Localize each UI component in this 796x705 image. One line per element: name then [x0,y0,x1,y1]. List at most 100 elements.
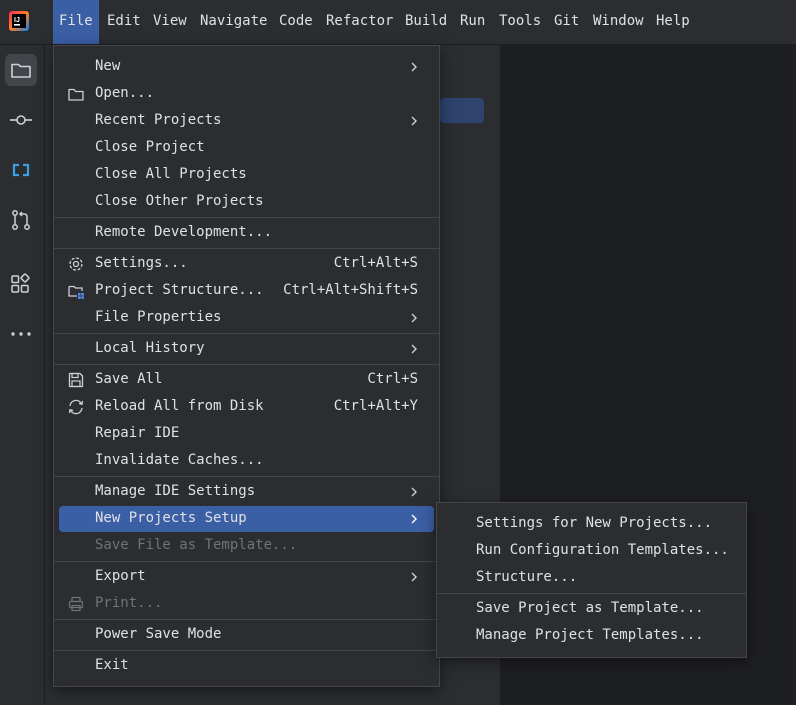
menu-item-label: Exit [95,657,129,673]
file-menu-item-close-project[interactable]: Close Project [59,135,434,161]
menu-item-label: Close Other Projects [95,193,264,209]
file-menu-item-manage-ide-settings[interactable]: Manage IDE Settings [59,479,434,505]
menu-item-label: Settings... [95,255,188,271]
menu-item-label: Manage Project Templates... [476,627,704,643]
menu-item-label: Local History [95,340,205,356]
file-menu-item-print[interactable]: Print... [59,591,434,617]
submenu-item-save-project-as-template[interactable]: Save Project as Template... [442,596,741,622]
menu-item-label: Open... [95,85,155,101]
menu-separator [54,650,439,651]
chevron-right-icon [411,313,417,323]
menu-file[interactable]: File [53,0,99,44]
menu-item-label: Project Structure... [95,282,264,298]
chevron-right-icon [411,116,417,126]
menu-separator [54,364,439,365]
menu-item-label: Close All Projects [95,166,247,182]
menu-separator [54,248,439,249]
menu-separator [54,561,439,562]
menu-separator [54,476,439,477]
menu-separator [54,217,439,218]
svg-text:IJ: IJ [14,17,20,24]
submenu-item-settings-for-new-projects[interactable]: Settings for New Projects... [442,511,741,537]
menu-item-shortcut: Ctrl+Alt+Y [333,398,418,414]
menu-item-label: Export [95,568,146,584]
menu-item-label: Repair IDE [95,425,180,441]
file-menu-item-recent-projects[interactable]: Recent Projects [59,108,434,134]
menu-separator [437,593,746,594]
file-menu-item-settings[interactable]: Settings... Ctrl+Alt+S [59,251,434,277]
menu-separator [54,333,439,334]
project-structure-icon [68,285,84,299]
menu-view[interactable]: View [147,0,193,44]
chevron-right-icon [411,62,417,72]
new-projects-setup-submenu: Settings for New Projects... Run Configu… [436,502,747,658]
submenu-item-manage-project-templates[interactable]: Manage Project Templates... [442,623,741,649]
menu-build[interactable]: Build [399,0,453,44]
selected-tree-row[interactable] [440,98,484,123]
file-menu-item-exit[interactable]: Exit [59,653,434,679]
menu-window[interactable]: Window [587,0,650,44]
submenu-item-structure[interactable]: Structure... [442,565,741,591]
menu-refactor[interactable]: Refactor [320,0,399,44]
file-menu-item-new-projects-setup[interactable]: New Projects Setup [59,506,434,532]
menu-navigate[interactable]: Navigate [194,0,273,44]
file-menu-item-project-structure[interactable]: Project Structure... Ctrl+Alt+Shift+S [59,278,434,304]
gear-icon [69,257,83,271]
file-menu-item-repair-ide[interactable]: Repair IDE [59,421,434,447]
chevron-right-icon [411,344,417,354]
file-menu-item-reload-all-from-disk[interactable]: Reload All from Disk Ctrl+Alt+Y [59,394,434,420]
menu-tools[interactable]: Tools [493,0,547,44]
menu-item-label: New Projects Setup [95,510,247,526]
app-logo-icon[interactable]: IJ [8,10,30,32]
menu-item-label: Power Save Mode [95,626,222,642]
project-folder-icon[interactable] [5,54,37,86]
file-menu-item-export[interactable]: Export [59,564,434,590]
file-menu-item-close-all-projects[interactable]: Close All Projects [59,162,434,188]
menu-edit[interactable]: Edit [101,0,147,44]
menu-item-label: Save Project as Template... [476,600,704,616]
menu-item-label: Close Project [95,139,205,155]
code-with-me-icon[interactable] [5,154,37,186]
file-menu-item-open[interactable]: Open... [59,81,434,107]
print-icon [68,596,84,612]
menu-item-label: Print... [95,595,163,611]
main-menu-bar: IJ File Edit View Navigate Code Refactor… [0,0,796,45]
tool-window-strip [0,45,45,705]
submenu-item-run-configuration-templates[interactable]: Run Configuration Templates... [442,538,741,564]
menu-item-label: Settings for New Projects... [476,515,713,531]
menu-item-label: Reload All from Disk [95,398,264,414]
file-menu-item-invalidate-caches[interactable]: Invalidate Caches... [59,448,434,474]
menu-item-label: New [95,58,121,74]
file-menu-item-power-save-mode[interactable]: Power Save Mode [59,622,434,648]
menu-item-label: File Properties [95,309,222,325]
file-menu-item-new[interactable]: New [59,54,434,80]
menu-item-label: Manage IDE Settings [95,483,256,499]
file-menu-item-close-other-projects[interactable]: Close Other Projects [59,189,434,215]
menu-help[interactable]: Help [650,0,696,44]
folder-icon [68,88,84,101]
file-menu-item-file-properties[interactable]: File Properties [59,305,434,331]
chevron-right-icon [411,487,417,497]
structure-icon[interactable] [5,268,37,300]
file-menu-item-save-file-as-template[interactable]: Save File as Template... [59,533,434,559]
file-menu-item-save-all[interactable]: Save All Ctrl+S [59,367,434,393]
commit-icon[interactable] [5,104,37,136]
menu-code[interactable]: Code [273,0,319,44]
menu-item-label: Run Configuration Templates... [476,542,729,558]
menu-item-label: Remote Development... [95,224,273,240]
menu-item-shortcut: Ctrl+Alt+S [333,255,418,271]
menu-item-shortcut: Ctrl+S [367,371,418,387]
menu-item-shortcut: Ctrl+Alt+Shift+S [283,282,418,298]
menu-separator [54,619,439,620]
file-menu-popup: New Open... Recent Projects Close Projec… [53,45,440,687]
more-tools-icon[interactable] [5,318,37,350]
menu-item-label: Save All [95,371,163,387]
file-menu-item-local-history[interactable]: Local History [59,336,434,362]
menu-run[interactable]: Run [454,0,491,44]
menu-item-label: Structure... [476,569,578,585]
file-menu-item-remote-development[interactable]: Remote Development... [59,220,434,246]
pull-requests-icon[interactable] [5,204,37,236]
chevron-right-icon [411,572,417,582]
menu-git[interactable]: Git [548,0,585,44]
chevron-right-icon [411,514,417,524]
